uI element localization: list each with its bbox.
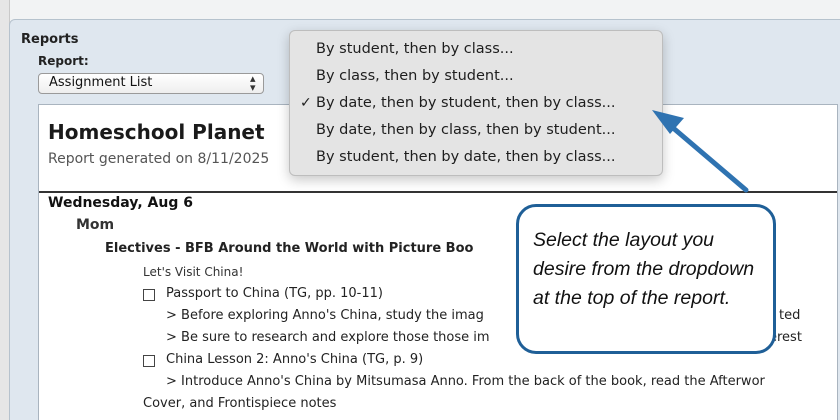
report-generated-date: Report generated on 8/11/2025	[48, 151, 270, 167]
callout-text: Select the layout you desire from the dr…	[533, 229, 755, 309]
dialog-title: Reports	[21, 32, 79, 47]
assignment-note: > Introduce Anno's China by Mitsumasa An…	[166, 374, 765, 389]
assignment-note-continued: Cover, and Frontispiece notes	[143, 396, 337, 411]
assignment-note: > Be sure to research and explore those …	[166, 330, 490, 345]
menu-item-by-student-then-class[interactable]: By student, then by class...	[290, 38, 662, 65]
report-select-value: Assignment List	[49, 75, 153, 90]
report-title: Homeschool Planet	[48, 120, 265, 144]
assignment-title: Passport to China (TG, pp. 10-11)	[166, 286, 383, 301]
report-label: Report:	[38, 54, 89, 68]
report-divider	[39, 191, 837, 193]
menu-item-by-date-class-student[interactable]: By date, then by class, then by student.…	[290, 119, 662, 146]
menu-item-by-student-date-class[interactable]: By student, then by date, then by class.…	[290, 146, 662, 173]
date-heading: Wednesday, Aug 6	[48, 195, 193, 211]
report-select[interactable]: Assignment List ▴ ▾	[38, 73, 264, 94]
menu-item-by-date-student-class[interactable]: ✓ By date, then by student, then by clas…	[290, 92, 662, 119]
assignment-checkbox[interactable]	[143, 289, 155, 301]
menu-item-label: By date, then by class, then by student.…	[316, 122, 616, 138]
unit-heading: Let's Visit China!	[143, 265, 244, 279]
select-arrows-icon: ▴ ▾	[250, 72, 256, 94]
menu-item-label: By class, then by student...	[316, 68, 514, 84]
person-heading: Mom	[76, 217, 115, 233]
assignment-checkbox[interactable]	[143, 355, 155, 367]
menu-item-by-class-then-student[interactable]: By class, then by student...	[290, 65, 662, 92]
menu-item-label: By student, then by class...	[316, 41, 514, 57]
menu-item-label: By date, then by student, then by class.…	[316, 95, 616, 111]
assignment-note-tail: ted	[779, 308, 801, 323]
checkmark-icon: ✓	[300, 95, 312, 111]
assignment-title: China Lesson 2: Anno's China (TG, p. 9)	[166, 352, 424, 367]
instruction-callout: Select the layout you desire from the dr…	[516, 204, 776, 354]
layout-dropdown-menu: By student, then by class... By class, t…	[289, 30, 663, 176]
menu-item-label: By student, then by date, then by class.…	[316, 149, 616, 165]
assignment-note: > Before exploring Anno's China, study t…	[166, 308, 484, 323]
class-heading: Electives - BFB Around the World with Pi…	[105, 241, 474, 256]
